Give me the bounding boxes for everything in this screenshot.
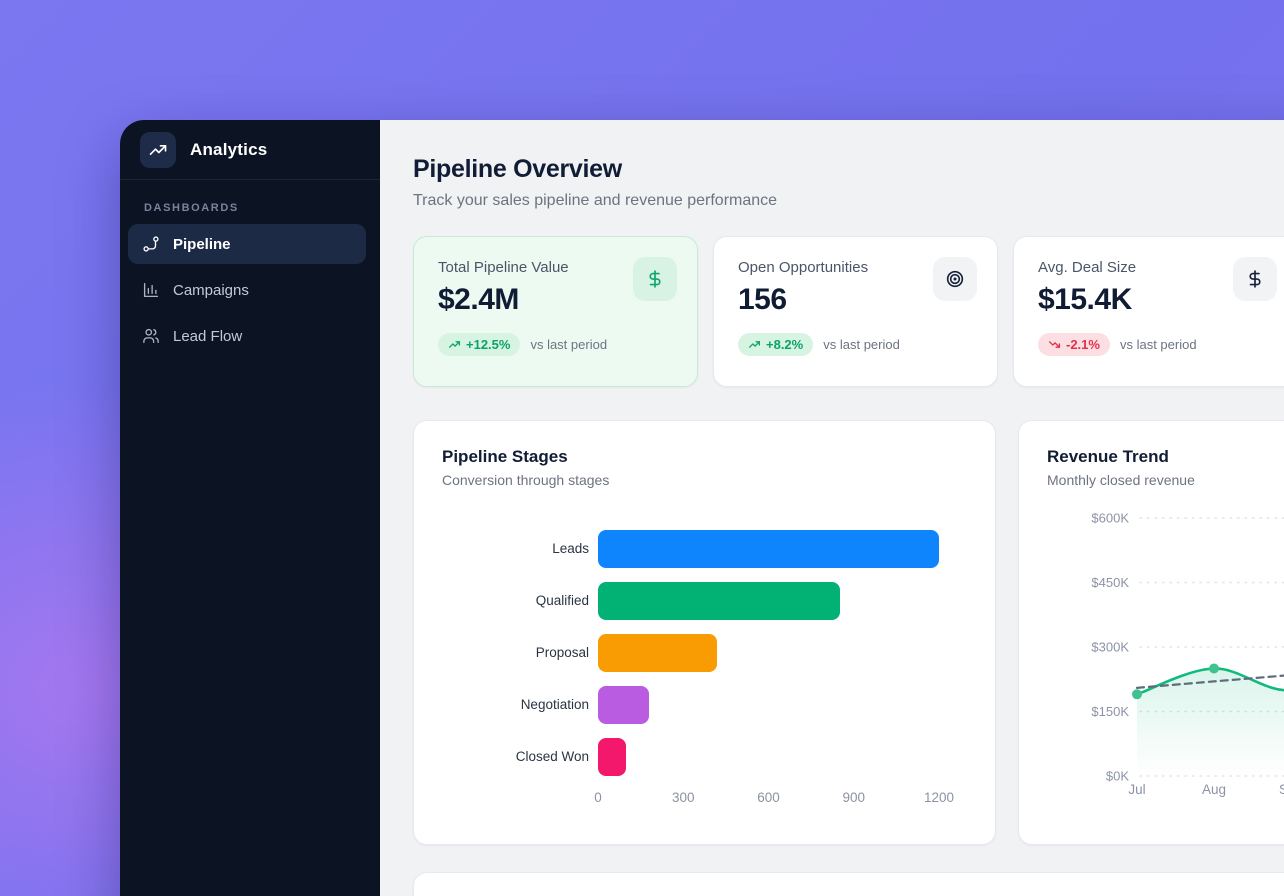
- sidebar-item-label: Lead Flow: [173, 328, 242, 345]
- kpi-compare-label: vs last period: [823, 337, 900, 352]
- dollar-icon: [633, 257, 677, 301]
- sidebar-section-label: DASHBOARDS: [144, 202, 356, 214]
- route-icon: [142, 235, 160, 253]
- app-title: Analytics: [190, 140, 267, 160]
- delta-badge: -2.1%: [1038, 333, 1110, 356]
- y-axis-tick-label: $0K: [1106, 769, 1129, 784]
- bar-track: [598, 582, 967, 620]
- chart-title: Revenue Trend: [1047, 447, 1284, 467]
- bar-row-leads: Leads: [442, 530, 967, 568]
- kpi-meta: +12.5% vs last period: [438, 333, 673, 356]
- chart-title: Pipeline Stages: [442, 447, 967, 467]
- bar-row-proposal: Proposal: [442, 634, 967, 672]
- delta-badge: +12.5%: [438, 333, 520, 356]
- kpi-row: Total Pipeline Value$2.4M+12.5%vs last p…: [413, 236, 1284, 387]
- bar-category-label: Negotiation: [442, 697, 589, 714]
- y-axis-tick-label: $300K: [1091, 640, 1129, 655]
- x-axis-month-label: Jul: [1128, 782, 1145, 797]
- kpi-compare-label: vs last period: [1120, 337, 1197, 352]
- bar-chart-icon: [142, 281, 160, 299]
- revenue-trend-line-chart: $600K $450K $300K $150K $0KJul Aug Sep: [1047, 502, 1284, 802]
- dollar-icon: [1233, 257, 1277, 301]
- bar-proposal: [598, 634, 717, 672]
- bottom-card-cropped: [413, 872, 1284, 896]
- sidebar-nav: Pipeline Campaigns Lead Flow: [120, 224, 380, 356]
- bar-closed-won: [598, 738, 626, 776]
- bar-qualified: [598, 582, 840, 620]
- users-icon: [142, 327, 160, 345]
- delta-value: -2.1%: [1066, 337, 1100, 352]
- delta-badge: +8.2%: [738, 333, 813, 356]
- pipeline-stages-bar-chart: Leads Qualified Proposal Negotiation Closed …: [442, 530, 967, 808]
- bar-track: [598, 738, 967, 776]
- x-axis-tick: 0: [594, 790, 602, 805]
- y-axis-tick-label: $150K: [1091, 704, 1129, 719]
- sidebar-item-lead-flow[interactable]: Lead Flow: [128, 316, 366, 356]
- bar-negotiation: [598, 686, 649, 724]
- revenue-data-point: [1209, 664, 1219, 674]
- page-subtitle: Track your sales pipeline and revenue pe…: [413, 192, 1284, 210]
- app-window: Analytics DASHBOARDS Pipeline Campaigns Le…: [120, 120, 1284, 896]
- delta-value: +12.5%: [466, 337, 510, 352]
- trend-down-icon: [1048, 338, 1061, 351]
- trend-up-icon: [748, 338, 761, 351]
- y-axis-tick-label: $450K: [1091, 575, 1129, 590]
- x-axis-tick: 600: [757, 790, 780, 805]
- main-content: Pipeline Overview Track your sales pipel…: [380, 120, 1284, 896]
- charts-row: Pipeline Stages Conversion through stage…: [413, 420, 1284, 845]
- delta-value: +8.2%: [766, 337, 803, 352]
- bar-track: [598, 686, 967, 724]
- kpi-card-avg-deal-size: Avg. Deal Size$15.4K-2.1%vs last period: [1013, 236, 1284, 387]
- kpi-card-open-opportunities: Open Opportunities156+8.2%vs last period: [713, 236, 998, 387]
- bar-leads: [598, 530, 939, 568]
- bar-row-negotiation: Negotiation: [442, 686, 967, 724]
- kpi-card-total-pipeline-value: Total Pipeline Value$2.4M+12.5%vs last p…: [413, 236, 698, 387]
- kpi-meta: -2.1% vs last period: [1038, 333, 1273, 356]
- kpi-meta: +8.2% vs last period: [738, 333, 973, 356]
- x-axis-tick: 1200: [924, 790, 954, 805]
- x-axis-tick: 300: [672, 790, 695, 805]
- kpi-compare-label: vs last period: [530, 337, 607, 352]
- sidebar-item-label: Pipeline: [173, 236, 231, 253]
- sidebar-item-label: Campaigns: [173, 282, 249, 299]
- chart-subtitle: Monthly closed revenue: [1047, 472, 1284, 488]
- chart-subtitle: Conversion through stages: [442, 472, 967, 488]
- x-axis-month-label: Aug: [1202, 782, 1226, 797]
- revenue-trend-card: Revenue Trend Monthly closed revenue $60…: [1018, 420, 1284, 845]
- bar-row-qualified: Qualified: [442, 582, 967, 620]
- target-icon: [933, 257, 977, 301]
- bar-category-label: Closed Won: [442, 749, 589, 766]
- sidebar-item-pipeline[interactable]: Pipeline: [128, 224, 366, 264]
- logo-row: Analytics: [120, 120, 380, 180]
- trend-up-icon: [448, 338, 461, 351]
- pipeline-stages-card: Pipeline Stages Conversion through stage…: [413, 420, 996, 845]
- bar-chart-x-axis: 03006009001200: [598, 790, 967, 808]
- bar-category-label: Qualified: [442, 593, 589, 610]
- bar-category-label: Proposal: [442, 645, 589, 662]
- sidebar: Analytics DASHBOARDS Pipeline Campaigns Le…: [120, 120, 380, 896]
- y-axis-tick-label: $600K: [1091, 511, 1129, 526]
- revenue-data-point: [1132, 689, 1142, 699]
- x-axis-tick: 900: [842, 790, 865, 805]
- x-axis-month-label: Sep: [1279, 782, 1284, 797]
- sidebar-item-campaigns[interactable]: Campaigns: [128, 270, 366, 310]
- bar-row-closed-won: Closed Won: [442, 738, 967, 776]
- page-title: Pipeline Overview: [413, 155, 1284, 184]
- trending-up-logo-icon: [140, 132, 176, 168]
- bar-category-label: Leads: [442, 541, 589, 558]
- bar-track: [598, 634, 967, 672]
- bar-track: [598, 530, 967, 568]
